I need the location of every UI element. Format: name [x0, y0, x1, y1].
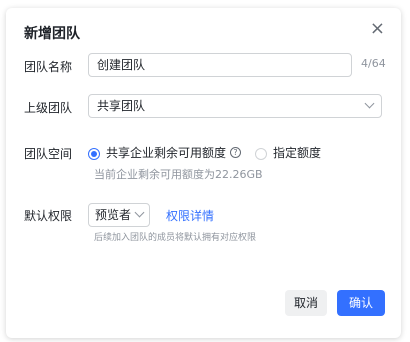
radio-shared-quota-label: 共享企业剩余可用额度	[106, 146, 227, 160]
permission-hint: 后续加入团队的成员将默认拥有对应权限	[94, 233, 257, 243]
help-icon[interactable]: ?	[230, 147, 242, 158]
radio-specified-quota-label: 指定额度	[273, 146, 322, 160]
permission-value: 预览者	[95, 208, 132, 222]
team-name-counter: 4/64	[361, 57, 386, 70]
parent-team-value: 共享团队	[97, 99, 146, 113]
permission-details-link[interactable]: 权限详情	[166, 207, 214, 224]
permission-select[interactable]: 预览者	[88, 203, 150, 227]
confirm-button[interactable]: 确认	[337, 290, 385, 316]
parent-team-label: 上级团队	[24, 101, 73, 115]
quota-hint: 当前企业剩余可用额度为22.26GB	[94, 168, 263, 181]
team-name-value: 创建团队	[97, 58, 146, 72]
radio-selected-icon	[88, 147, 100, 160]
team-name-label: 团队名称	[24, 60, 73, 74]
close-icon[interactable]: ×	[370, 20, 385, 38]
chevron-down-icon	[364, 98, 375, 109]
team-space-radio-group: 共享企业剩余可用额度 ? 指定额度	[88, 144, 321, 161]
radio-shared-quota[interactable]: 共享企业剩余可用额度	[88, 144, 226, 161]
new-team-dialog: 新增团队 × 团队名称 创建团队 4/64 上级团队 共享团队 团队空间 共享企…	[6, 8, 401, 338]
team-space-label: 团队空间	[24, 147, 73, 161]
dialog-title: 新增团队	[24, 26, 80, 42]
radio-unselected-icon	[255, 147, 268, 160]
parent-team-select[interactable]: 共享团队	[88, 94, 382, 118]
chevron-down-icon	[134, 207, 145, 218]
default-permission-label: 默认权限	[24, 209, 73, 223]
cancel-button[interactable]: 取消	[285, 290, 327, 316]
team-name-input[interactable]: 创建团队	[88, 53, 352, 77]
radio-specified-quota[interactable]: 指定额度	[255, 144, 321, 161]
